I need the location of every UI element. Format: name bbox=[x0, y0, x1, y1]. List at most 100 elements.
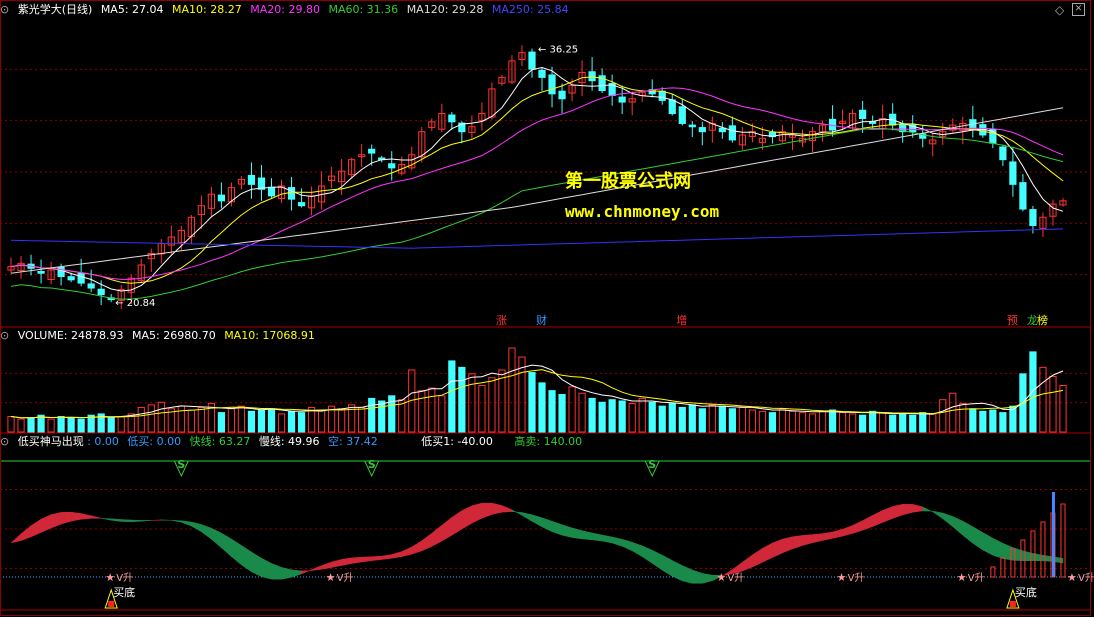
diamond-icon[interactable]: ◇ bbox=[1055, 3, 1064, 17]
fast-slow-ribbon bbox=[491, 502, 503, 515]
fast-slow-ribbon bbox=[702, 573, 713, 584]
event-marker: 榜 bbox=[1037, 313, 1048, 327]
fast-slow-ribbon bbox=[391, 551, 402, 559]
s-marker-label: S bbox=[368, 458, 376, 471]
fast-slow-ribbon bbox=[571, 527, 583, 540]
fast-slow-ribbon bbox=[471, 502, 483, 524]
fast-slow-ribbon bbox=[762, 542, 773, 563]
buy-bottom-dot bbox=[108, 601, 115, 607]
fast-slow-ribbon bbox=[862, 514, 873, 531]
fast-slow-ribbon bbox=[541, 517, 553, 533]
fast-slow-ribbon bbox=[301, 569, 312, 575]
volume-bar bbox=[448, 360, 456, 433]
volume-bar bbox=[17, 418, 25, 433]
volume-bar bbox=[889, 414, 897, 433]
indicator-bar bbox=[1060, 503, 1066, 578]
low-price-label: ← 20.84 bbox=[115, 298, 155, 309]
close-icon[interactable]: ✕ bbox=[1072, 3, 1085, 16]
fast-slow-ribbon bbox=[922, 506, 933, 513]
volume-bar bbox=[668, 403, 676, 433]
fast-slow-ribbon bbox=[892, 503, 903, 519]
volume-bar bbox=[77, 418, 85, 433]
volume-bar bbox=[498, 369, 506, 433]
fast-slow-ribbon bbox=[181, 520, 192, 527]
volume-bar bbox=[177, 405, 185, 433]
fast-slow-ribbon bbox=[501, 505, 513, 513]
fast-slow-ribbon bbox=[261, 557, 272, 580]
candle-body bbox=[859, 109, 867, 120]
volume-bar bbox=[949, 392, 957, 433]
fast-slow-ribbon bbox=[171, 519, 182, 523]
volume-bar bbox=[1029, 351, 1037, 433]
candle-body bbox=[57, 266, 65, 278]
volume-bar bbox=[939, 399, 947, 433]
candle-body bbox=[297, 202, 306, 207]
volume-bar bbox=[838, 412, 847, 433]
volume-bar bbox=[47, 418, 55, 433]
fast-slow-ribbon bbox=[130, 519, 142, 523]
volume-bar bbox=[1059, 384, 1067, 433]
volume-bar bbox=[27, 417, 35, 433]
fast-slow-ribbon bbox=[441, 516, 453, 542]
volume-bar bbox=[658, 405, 666, 433]
volume-bar bbox=[558, 394, 566, 433]
v-rise-label: V升 bbox=[337, 572, 354, 584]
volume-bar bbox=[187, 409, 195, 433]
v-rise-label: V升 bbox=[116, 572, 133, 584]
volume-bar bbox=[989, 409, 997, 433]
fast-slow-ribbon bbox=[672, 560, 683, 582]
volume-bar bbox=[678, 406, 686, 433]
fast-slow-ribbon bbox=[381, 554, 392, 560]
watermark-title: 第一股票公式网 bbox=[565, 171, 691, 192]
fast-slow-ribbon bbox=[631, 541, 643, 558]
volume-bar bbox=[478, 384, 486, 433]
fast-slow-ribbon bbox=[151, 519, 162, 521]
fast-slow-ribbon bbox=[251, 551, 262, 578]
volume-bar bbox=[147, 404, 155, 433]
fast-slow-ribbon bbox=[822, 531, 833, 541]
candle-body bbox=[528, 51, 536, 70]
candle-body bbox=[688, 124, 696, 128]
volume-bar bbox=[879, 412, 887, 433]
fast-slow-ribbon bbox=[100, 517, 112, 521]
volume-panel bbox=[7, 347, 1067, 433]
fast-slow-ribbon bbox=[952, 516, 964, 536]
fast-slow-ribbon bbox=[982, 532, 994, 556]
volume-bar bbox=[969, 408, 977, 433]
fast-slow-ribbon bbox=[581, 530, 593, 541]
candle-body bbox=[388, 163, 396, 169]
fast-slow-ribbon bbox=[962, 520, 974, 544]
fast-slow-ribbon bbox=[782, 536, 793, 554]
volume-bar bbox=[728, 408, 736, 433]
volume-bar bbox=[117, 415, 125, 433]
star-icon: ★ bbox=[1067, 571, 1077, 584]
candle-body bbox=[548, 74, 556, 95]
fast-slow-ribbon bbox=[792, 535, 803, 550]
volume-bar bbox=[808, 413, 817, 433]
fast-slow-ribbon bbox=[191, 521, 202, 533]
candle-body bbox=[718, 127, 726, 133]
volume-bar bbox=[317, 409, 326, 433]
volume-bar bbox=[899, 413, 907, 433]
fast-slow-ribbon bbox=[141, 520, 152, 522]
fast-slow-ribbon bbox=[211, 527, 222, 549]
fast-slow-ribbon bbox=[852, 520, 863, 534]
ma60-line bbox=[10, 127, 1064, 300]
fast-slow-ribbon bbox=[331, 559, 342, 568]
candle-body bbox=[1019, 182, 1027, 210]
fast-slow-ribbon bbox=[872, 510, 883, 527]
volume-bar bbox=[869, 410, 877, 433]
fast-slow-ribbon bbox=[431, 524, 443, 547]
event-marker: 涨 bbox=[496, 314, 507, 327]
volume-bar bbox=[919, 412, 927, 433]
volume-bar bbox=[578, 392, 586, 433]
volume-bar bbox=[568, 386, 576, 433]
volume-bar bbox=[338, 408, 346, 433]
star-icon: ★ bbox=[105, 571, 115, 584]
fast-slow-ribbon bbox=[832, 528, 843, 539]
fast-slow-ribbon bbox=[80, 513, 92, 520]
volume-bar bbox=[458, 366, 466, 433]
candle-body bbox=[728, 125, 736, 141]
fast-slow-ribbon bbox=[70, 511, 82, 522]
candle-body bbox=[267, 186, 276, 197]
